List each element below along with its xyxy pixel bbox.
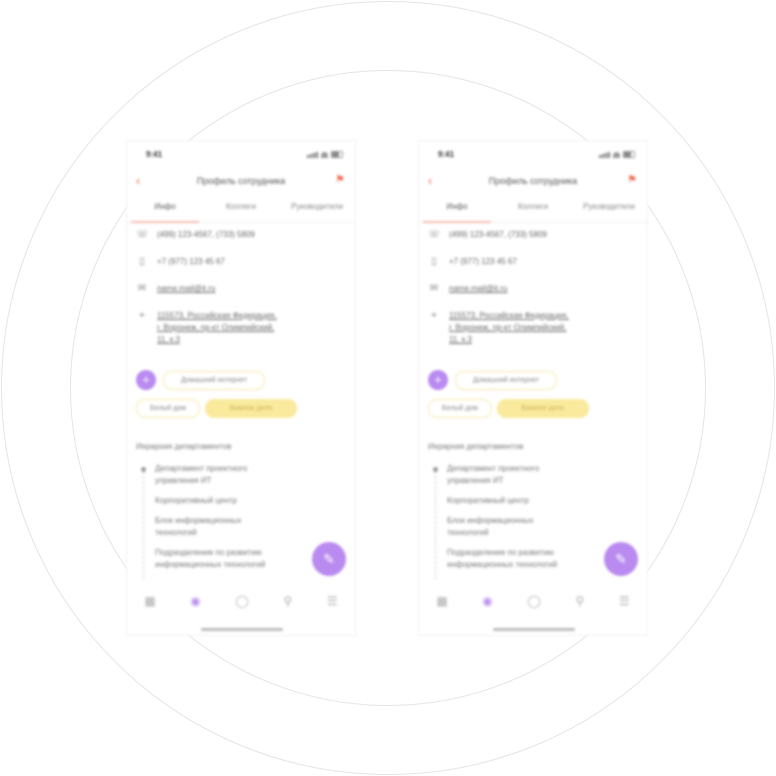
tree-item[interactable]: Блок информационных технологий [136,515,306,539]
add-tag-button[interactable]: + [136,370,156,390]
status-time: 9:41 [438,150,455,159]
tag-chip[interactable]: Белый дом [136,399,200,418]
screens-stage: 9:41 ‹ Профиль сотрудника ⚑ Инфо Коллеги… [0,0,776,776]
chat-icon[interactable]: ◯ [235,594,248,608]
tab-info[interactable]: Инфо [419,198,495,223]
tree-item[interactable]: Блок информационных технологий [428,515,598,539]
wifi-icon [321,152,328,158]
tab-colleagues[interactable]: Коллеги [495,198,571,222]
phone-row[interactable]: ☏ (499) 123-4567, (733) 5809 [136,229,255,241]
tab-info[interactable]: Инфо [127,198,203,223]
mail-icon: ✉ [429,283,439,294]
phone-icon: ☏ [136,229,149,240]
mobile-value: +7 (977) 123 45 67 [157,257,225,266]
tag-chip[interactable]: Белый дом [428,399,492,418]
profile-icon[interactable]: ◉ [190,594,200,608]
nav-header: ‹ Профиль сотрудника ⚑ [419,173,647,191]
battery-icon [623,151,635,158]
tree-item[interactable]: Департамент проектного управления ИТ [428,463,598,487]
phone-screen-left: 9:41 ‹ Профиль сотрудника ⚑ Инфо Коллеги… [126,140,356,636]
status-icons [307,151,343,158]
address-line-2: г. Воронеж, пр-кт Олимпийский, [449,323,567,332]
status-bar: 9:41 [146,149,343,161]
tab-managers[interactable]: Руководители [279,198,355,222]
search-icon[interactable]: ⚲ [283,594,292,608]
tree-item[interactable]: Корпоративный центр [428,495,598,507]
tab-managers[interactable]: Руководители [571,198,647,222]
mobile-icon: ▯ [431,256,437,267]
phone-screen-right: 9:41 ‹ Профиль сотрудника ⚑ Инфо Коллеги… [418,140,648,636]
tab-colleagues[interactable]: Коллеги [203,198,279,222]
tree-item[interactable]: Корпоративный центр [136,495,306,507]
location-pin-icon: ⌖ [431,310,437,321]
pencil-icon: ✎ [615,551,627,567]
mail-icon: ✉ [137,283,147,294]
address-line-3: 11, к.3 [157,335,180,344]
email-row[interactable]: ✉ name.mail@it.ru [428,283,508,295]
pencil-icon: ✎ [323,551,335,567]
tree-item[interactable]: Департамент проектного управления ИТ [136,463,306,487]
tree-item[interactable]: Подразделение по развитию информационных … [136,547,306,571]
battery-icon [331,151,343,158]
signal-icon [599,152,610,158]
flag-icon[interactable]: ⚑ [335,173,345,186]
mobile-row[interactable]: ▯ +7 (977) 123 45 67 [428,256,517,268]
calendar-icon[interactable]: ▦ [144,594,155,608]
status-icons [599,151,635,158]
profile-icon[interactable]: ◉ [482,594,492,608]
address-line-2: г. Воронеж, пр-кт Олимпийский, [157,323,275,332]
section-title: Иерархия департаментов [136,442,232,451]
page-title: Профиль сотрудника [196,176,286,186]
status-bar: 9:41 [438,149,635,161]
address-value: 115573, Российская Федерация, г. Воронеж… [449,310,569,346]
flag-icon[interactable]: ⚑ [627,173,637,186]
address-row[interactable]: ⌖ 115573, Российская Федерация, г. Ворон… [428,310,569,346]
add-tag-button[interactable]: + [428,370,448,390]
page-title: Профиль сотрудника [488,176,578,186]
calendar-icon[interactable]: ▦ [436,594,447,608]
phone-icon: ☏ [428,229,441,240]
bottom-nav: ▦ ◉ ◯ ⚲ ☰ [127,587,355,615]
tag-chip[interactable]: Домашний интернет [163,371,265,390]
email-value: name.mail@it.ru [449,284,508,293]
status-time: 9:41 [146,150,163,159]
department-tree: Департамент проектного управления ИТ Корп… [428,463,598,579]
phone-value: (499) 123-4567, (733) 5809 [449,230,547,239]
signal-icon [307,152,318,158]
home-indicator [493,628,575,631]
chat-icon[interactable]: ◯ [527,594,540,608]
email-value: name.mail@it.ru [157,284,216,293]
address-line-1: 115573, Российская Федерация, [157,311,277,320]
address-line-1: 115573, Российская Федерация, [449,311,569,320]
address-line-3: 11, к.3 [449,335,472,344]
edit-fab-button[interactable]: ✎ [312,542,346,576]
tab-bar: Инфо Коллеги Руководители [419,198,647,223]
phone-row[interactable]: ☏ (499) 123-4567, (733) 5809 [428,229,547,241]
mobile-icon: ▯ [139,256,145,267]
menu-icon[interactable]: ☰ [619,594,630,608]
address-row[interactable]: ⌖ 115573, Российская Федерация, г. Ворон… [136,310,277,346]
wifi-icon [613,152,620,158]
mobile-value: +7 (977) 123 45 67 [449,257,517,266]
bottom-nav: ▦ ◉ ◯ ⚲ ☰ [419,587,647,615]
mobile-row[interactable]: ▯ +7 (977) 123 45 67 [136,256,225,268]
edit-fab-button[interactable]: ✎ [604,542,638,576]
nav-header: ‹ Профиль сотрудника ⚑ [127,173,355,191]
home-indicator [201,628,283,631]
tag-chip-highlighted[interactable]: Важное дело [205,399,297,418]
search-icon[interactable]: ⚲ [575,594,584,608]
menu-icon[interactable]: ☰ [327,594,338,608]
tree-item[interactable]: Подразделение по развитию информационных … [428,547,598,571]
location-pin-icon: ⌖ [139,310,145,321]
tag-chip-highlighted[interactable]: Важное дело [497,399,589,418]
phone-value: (499) 123-4567, (733) 5809 [157,230,255,239]
email-row[interactable]: ✉ name.mail@it.ru [136,283,216,295]
tab-bar: Инфо Коллеги Руководители [127,198,355,223]
department-tree: Департамент проектного управления ИТ Корп… [136,463,306,579]
tag-chip[interactable]: Домашний интернет [455,371,557,390]
address-value: 115573, Российская Федерация, г. Воронеж… [157,310,277,346]
section-title: Иерархия департаментов [428,442,524,451]
